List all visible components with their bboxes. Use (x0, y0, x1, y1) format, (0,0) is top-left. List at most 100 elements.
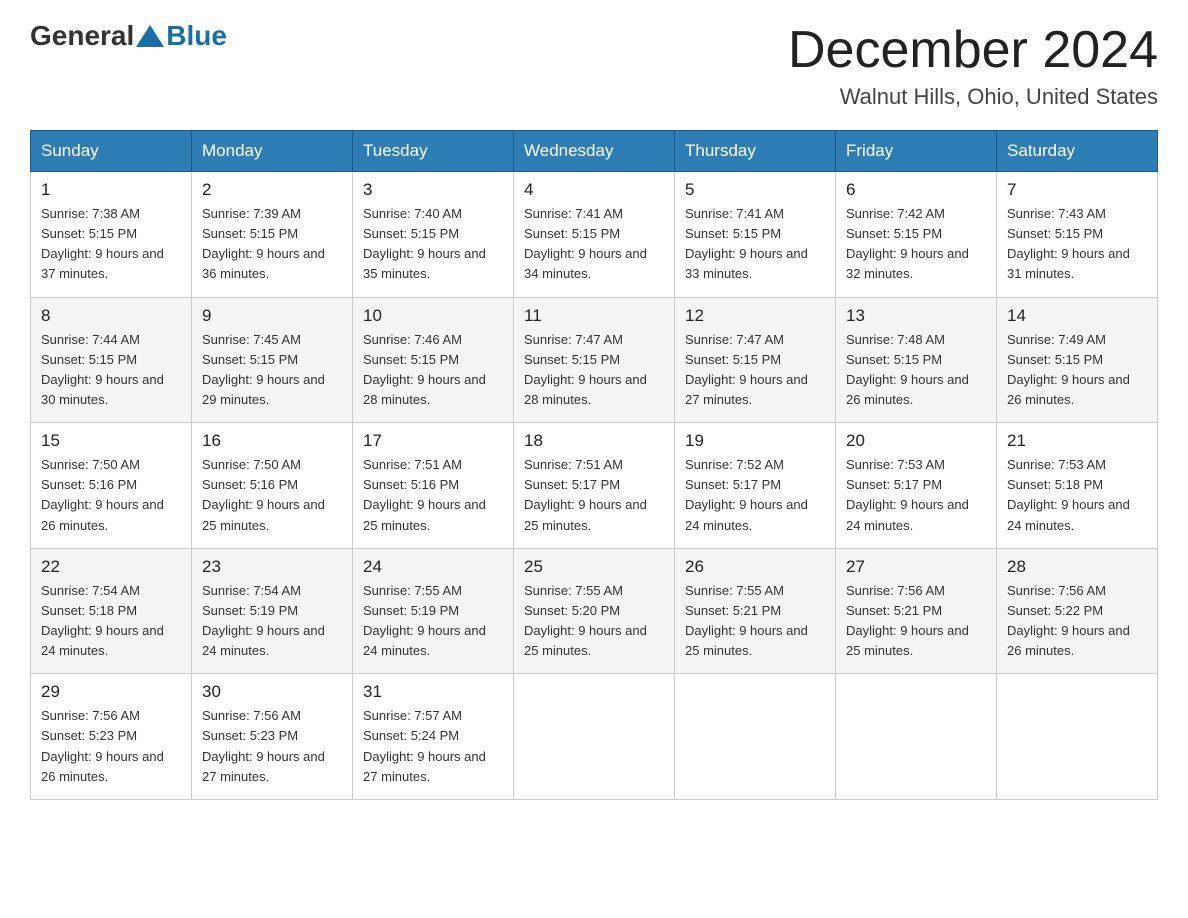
day-info: Sunrise: 7:53 AMSunset: 5:17 PMDaylight:… (846, 457, 969, 532)
day-number: 6 (846, 180, 986, 200)
day-info: Sunrise: 7:56 AMSunset: 5:22 PMDaylight:… (1007, 583, 1130, 658)
day-info: Sunrise: 7:50 AMSunset: 5:16 PMDaylight:… (41, 457, 164, 532)
day-info: Sunrise: 7:52 AMSunset: 5:17 PMDaylight:… (685, 457, 808, 532)
day-info: Sunrise: 7:40 AMSunset: 5:15 PMDaylight:… (363, 206, 486, 281)
day-info: Sunrise: 7:51 AMSunset: 5:17 PMDaylight:… (524, 457, 647, 532)
calendar-title-area: December 2024 Walnut Hills, Ohio, United… (788, 20, 1158, 110)
day-header-monday: Monday (192, 131, 353, 172)
day-header-friday: Friday (836, 131, 997, 172)
day-info: Sunrise: 7:56 AMSunset: 5:23 PMDaylight:… (202, 708, 325, 783)
day-number: 14 (1007, 306, 1147, 326)
day-number: 28 (1007, 557, 1147, 577)
calendar-week-row: 29 Sunrise: 7:56 AMSunset: 5:23 PMDaylig… (31, 674, 1158, 800)
day-info: Sunrise: 7:55 AMSunset: 5:21 PMDaylight:… (685, 583, 808, 658)
day-header-thursday: Thursday (675, 131, 836, 172)
calendar-cell: 23 Sunrise: 7:54 AMSunset: 5:19 PMDaylig… (192, 548, 353, 674)
logo-general-text: General (30, 20, 134, 52)
day-number: 8 (41, 306, 181, 326)
calendar-cell: 21 Sunrise: 7:53 AMSunset: 5:18 PMDaylig… (997, 423, 1158, 549)
day-header-row: SundayMondayTuesdayWednesdayThursdayFrid… (31, 131, 1158, 172)
day-info: Sunrise: 7:54 AMSunset: 5:18 PMDaylight:… (41, 583, 164, 658)
day-info: Sunrise: 7:43 AMSunset: 5:15 PMDaylight:… (1007, 206, 1130, 281)
day-number: 17 (363, 431, 503, 451)
day-info: Sunrise: 7:56 AMSunset: 5:21 PMDaylight:… (846, 583, 969, 658)
day-number: 11 (524, 306, 664, 326)
day-number: 22 (41, 557, 181, 577)
day-number: 20 (846, 431, 986, 451)
calendar-cell (514, 674, 675, 800)
month-title: December 2024 (788, 20, 1158, 80)
calendar-cell (997, 674, 1158, 800)
calendar-cell: 2 Sunrise: 7:39 AMSunset: 5:15 PMDayligh… (192, 172, 353, 298)
day-info: Sunrise: 7:41 AMSunset: 5:15 PMDaylight:… (524, 206, 647, 281)
calendar-cell: 16 Sunrise: 7:50 AMSunset: 5:16 PMDaylig… (192, 423, 353, 549)
calendar-week-row: 8 Sunrise: 7:44 AMSunset: 5:15 PMDayligh… (31, 297, 1158, 423)
day-info: Sunrise: 7:47 AMSunset: 5:15 PMDaylight:… (685, 332, 808, 407)
day-header-tuesday: Tuesday (353, 131, 514, 172)
calendar-week-row: 1 Sunrise: 7:38 AMSunset: 5:15 PMDayligh… (31, 172, 1158, 298)
day-number: 24 (363, 557, 503, 577)
day-number: 16 (202, 431, 342, 451)
calendar-cell: 27 Sunrise: 7:56 AMSunset: 5:21 PMDaylig… (836, 548, 997, 674)
calendar-cell: 19 Sunrise: 7:52 AMSunset: 5:17 PMDaylig… (675, 423, 836, 549)
calendar-cell: 20 Sunrise: 7:53 AMSunset: 5:17 PMDaylig… (836, 423, 997, 549)
day-info: Sunrise: 7:38 AMSunset: 5:15 PMDaylight:… (41, 206, 164, 281)
calendar-cell: 13 Sunrise: 7:48 AMSunset: 5:15 PMDaylig… (836, 297, 997, 423)
day-number: 12 (685, 306, 825, 326)
calendar-week-row: 22 Sunrise: 7:54 AMSunset: 5:18 PMDaylig… (31, 548, 1158, 674)
calendar-table: SundayMondayTuesdayWednesdayThursdayFrid… (30, 130, 1158, 800)
day-number: 30 (202, 682, 342, 702)
day-number: 1 (41, 180, 181, 200)
day-info: Sunrise: 7:57 AMSunset: 5:24 PMDaylight:… (363, 708, 486, 783)
day-header-sunday: Sunday (31, 131, 192, 172)
day-info: Sunrise: 7:44 AMSunset: 5:15 PMDaylight:… (41, 332, 164, 407)
day-number: 2 (202, 180, 342, 200)
day-number: 21 (1007, 431, 1147, 451)
day-header-wednesday: Wednesday (514, 131, 675, 172)
page-header: General Blue December 2024 Walnut Hills,… (30, 20, 1158, 110)
calendar-cell: 5 Sunrise: 7:41 AMSunset: 5:15 PMDayligh… (675, 172, 836, 298)
day-info: Sunrise: 7:48 AMSunset: 5:15 PMDaylight:… (846, 332, 969, 407)
calendar-cell: 3 Sunrise: 7:40 AMSunset: 5:15 PMDayligh… (353, 172, 514, 298)
calendar-cell: 25 Sunrise: 7:55 AMSunset: 5:20 PMDaylig… (514, 548, 675, 674)
calendar-cell (836, 674, 997, 800)
logo-triangle-icon (136, 25, 164, 47)
day-number: 29 (41, 682, 181, 702)
day-info: Sunrise: 7:50 AMSunset: 5:16 PMDaylight:… (202, 457, 325, 532)
calendar-cell: 4 Sunrise: 7:41 AMSunset: 5:15 PMDayligh… (514, 172, 675, 298)
calendar-cell: 30 Sunrise: 7:56 AMSunset: 5:23 PMDaylig… (192, 674, 353, 800)
day-number: 7 (1007, 180, 1147, 200)
day-number: 25 (524, 557, 664, 577)
logo: General Blue (30, 20, 227, 52)
calendar-cell: 15 Sunrise: 7:50 AMSunset: 5:16 PMDaylig… (31, 423, 192, 549)
day-header-saturday: Saturday (997, 131, 1158, 172)
calendar-cell: 31 Sunrise: 7:57 AMSunset: 5:24 PMDaylig… (353, 674, 514, 800)
day-number: 15 (41, 431, 181, 451)
day-number: 26 (685, 557, 825, 577)
day-number: 5 (685, 180, 825, 200)
calendar-cell: 11 Sunrise: 7:47 AMSunset: 5:15 PMDaylig… (514, 297, 675, 423)
calendar-cell: 7 Sunrise: 7:43 AMSunset: 5:15 PMDayligh… (997, 172, 1158, 298)
calendar-cell: 1 Sunrise: 7:38 AMSunset: 5:15 PMDayligh… (31, 172, 192, 298)
day-number: 18 (524, 431, 664, 451)
day-number: 10 (363, 306, 503, 326)
logo-blue-text: Blue (166, 20, 227, 52)
calendar-cell: 29 Sunrise: 7:56 AMSunset: 5:23 PMDaylig… (31, 674, 192, 800)
day-info: Sunrise: 7:42 AMSunset: 5:15 PMDaylight:… (846, 206, 969, 281)
day-number: 27 (846, 557, 986, 577)
day-info: Sunrise: 7:53 AMSunset: 5:18 PMDaylight:… (1007, 457, 1130, 532)
calendar-cell: 26 Sunrise: 7:55 AMSunset: 5:21 PMDaylig… (675, 548, 836, 674)
calendar-cell (675, 674, 836, 800)
day-info: Sunrise: 7:51 AMSunset: 5:16 PMDaylight:… (363, 457, 486, 532)
calendar-cell: 24 Sunrise: 7:55 AMSunset: 5:19 PMDaylig… (353, 548, 514, 674)
day-number: 3 (363, 180, 503, 200)
calendar-cell: 17 Sunrise: 7:51 AMSunset: 5:16 PMDaylig… (353, 423, 514, 549)
day-info: Sunrise: 7:56 AMSunset: 5:23 PMDaylight:… (41, 708, 164, 783)
calendar-cell: 10 Sunrise: 7:46 AMSunset: 5:15 PMDaylig… (353, 297, 514, 423)
day-info: Sunrise: 7:41 AMSunset: 5:15 PMDaylight:… (685, 206, 808, 281)
calendar-week-row: 15 Sunrise: 7:50 AMSunset: 5:16 PMDaylig… (31, 423, 1158, 549)
day-number: 31 (363, 682, 503, 702)
day-number: 9 (202, 306, 342, 326)
day-info: Sunrise: 7:55 AMSunset: 5:20 PMDaylight:… (524, 583, 647, 658)
day-info: Sunrise: 7:46 AMSunset: 5:15 PMDaylight:… (363, 332, 486, 407)
